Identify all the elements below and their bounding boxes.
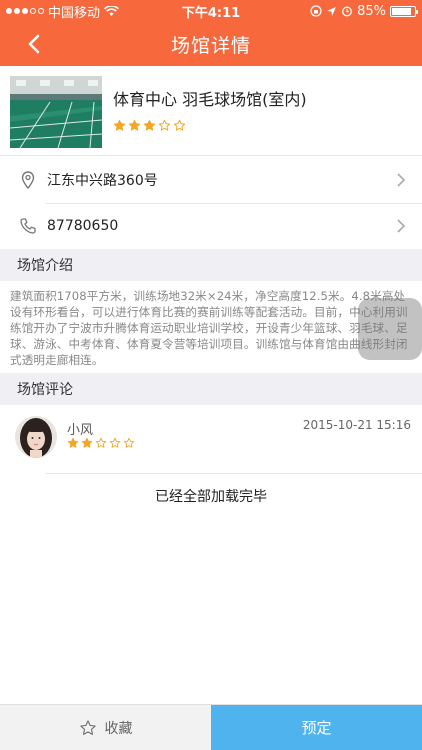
star-outline-icon: [158, 119, 171, 131]
alarm-icon: [342, 6, 353, 17]
book-button[interactable]: 预定: [211, 705, 422, 750]
venue-card: 体育中心 羽毛球场馆(室内): [0, 66, 422, 156]
orientation-lock-icon: [310, 5, 322, 17]
star-outline-icon: [109, 437, 121, 448]
back-button[interactable]: [18, 28, 50, 60]
star-outline-icon: [79, 719, 96, 735]
star-filled-icon: [128, 119, 141, 131]
venue-photo: [10, 76, 102, 148]
venue-rating-stars: [113, 119, 307, 132]
bottom-bar: 收藏 预定: [0, 704, 422, 750]
divider: [46, 473, 422, 474]
venue-info: 体育中心 羽毛球场馆(室内): [113, 76, 307, 145]
location-arrow-icon: [327, 6, 337, 16]
star-filled-icon: [67, 437, 79, 448]
comment-time: 2015-10-21 15:16: [302, 418, 411, 432]
star-filled-icon: [81, 437, 93, 448]
signal-icon: [6, 8, 44, 14]
comments-section-header: 场馆评论: [0, 373, 422, 405]
status-right: 85%: [310, 3, 418, 19]
address-text: 江东中兴路360号: [47, 173, 158, 189]
comment-username: 小风: [67, 423, 94, 438]
wifi-icon: [104, 5, 119, 16]
intro-section-header: 场馆介绍: [0, 249, 422, 281]
favorite-button[interactable]: 收藏: [0, 705, 211, 750]
star-outline-icon: [123, 437, 135, 448]
location-pin-icon: [18, 170, 38, 190]
status-left: 中国移动: [6, 2, 119, 21]
assistive-touch-button[interactable]: [358, 298, 422, 360]
battery-icon: [390, 5, 418, 17]
phone-row[interactable]: 87780650: [0, 203, 422, 249]
avatar: [15, 416, 57, 458]
chevron-right-icon: [397, 173, 406, 187]
battery-percent: 85%: [357, 3, 386, 19]
star-filled-icon: [143, 119, 156, 131]
phone-text: 87780650: [47, 218, 119, 234]
venue-name: 体育中心 羽毛球场馆(室内): [113, 90, 307, 109]
favorite-label: 收藏: [104, 720, 133, 737]
star-filled-icon: [113, 119, 126, 131]
phone-icon: [18, 216, 38, 236]
star-outline-icon: [95, 437, 107, 448]
load-complete-text: 已经全部加载完毕: [155, 489, 267, 505]
address-row[interactable]: 江东中兴路360号: [0, 157, 422, 203]
nav-bar: 场馆详情: [0, 22, 422, 66]
book-label: 预定: [301, 719, 332, 737]
page-title: 场馆详情: [170, 34, 251, 57]
comment-rating-stars: [67, 437, 135, 449]
star-outline-icon: [173, 119, 186, 131]
carrier-label: 中国移动: [48, 5, 101, 21]
comment-item: 小风 2015-10-21 15:16: [0, 404, 422, 474]
chevron-left-icon: [28, 34, 40, 54]
chevron-right-icon: [397, 219, 406, 233]
status-bar: 中国移动 下午4:11 85%: [0, 0, 422, 22]
